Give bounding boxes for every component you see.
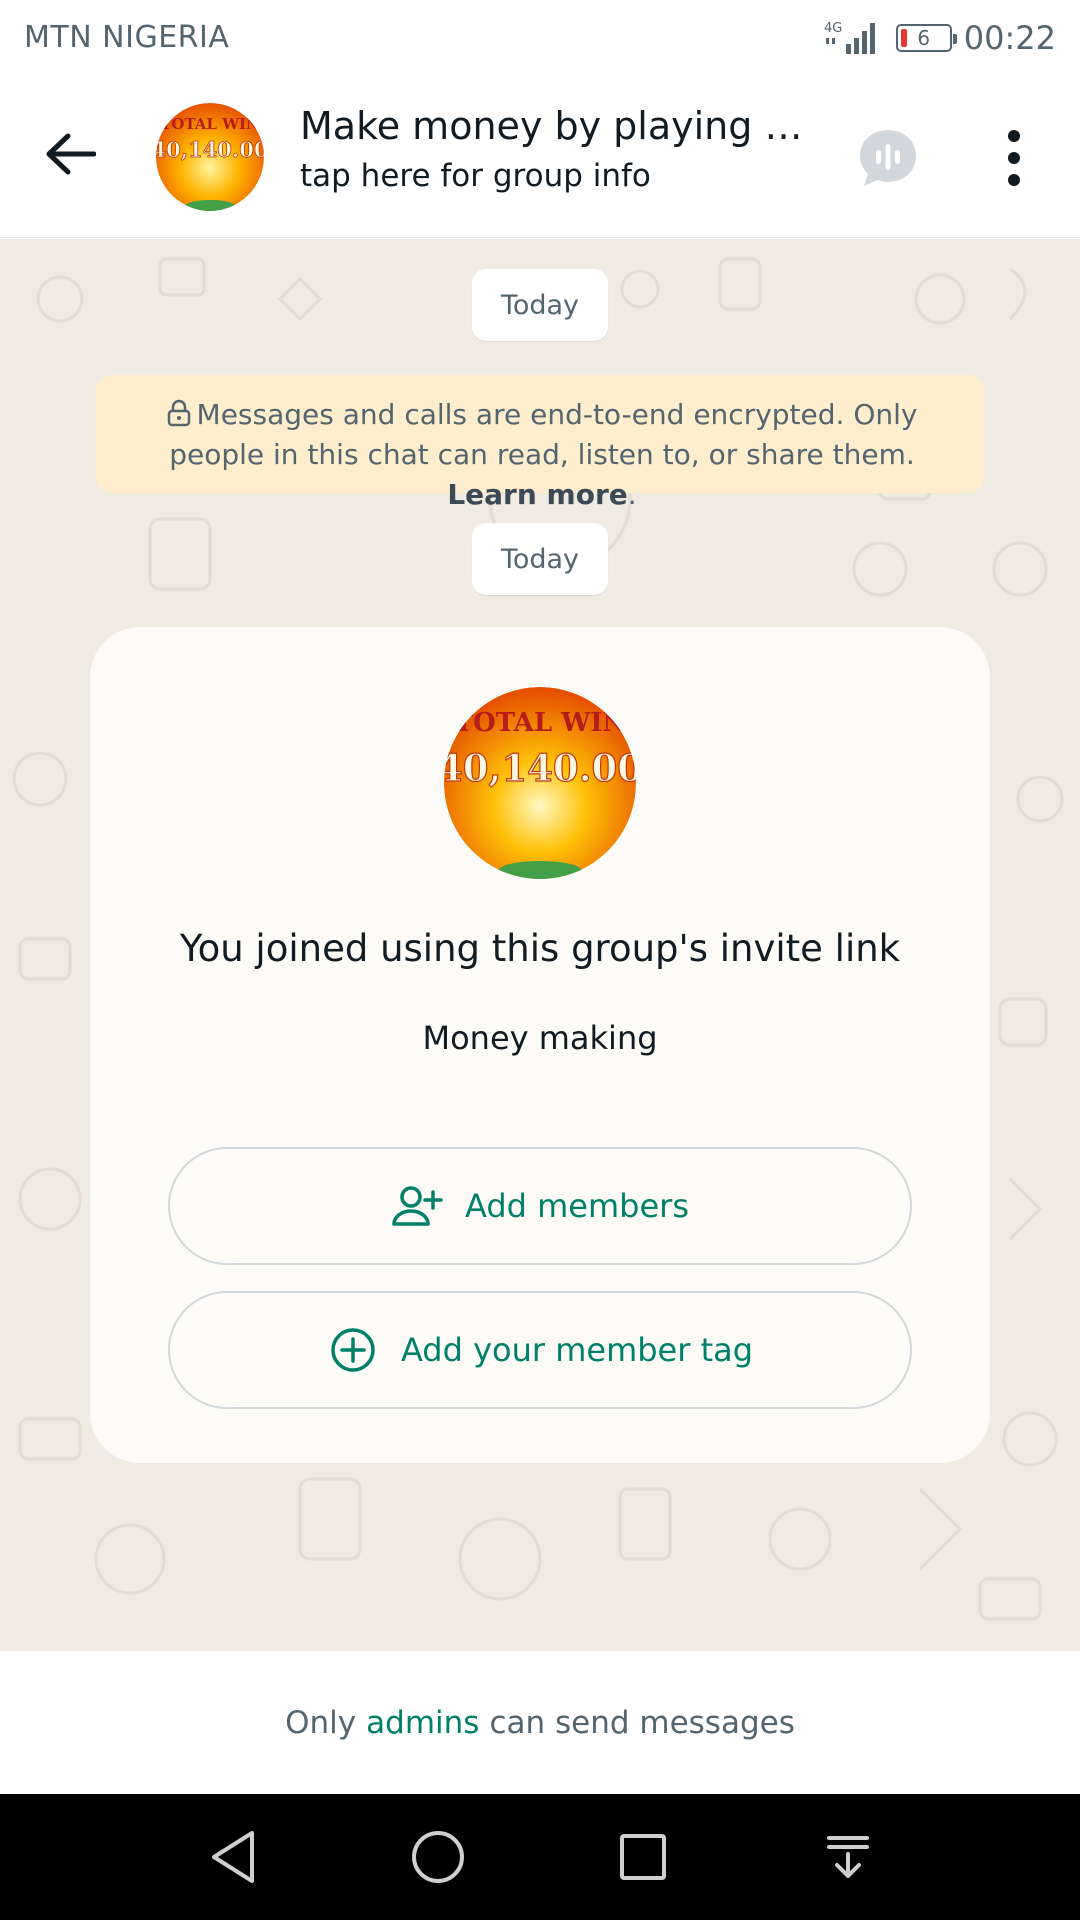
svg-text:TOTAL WIN: TOTAL WIN xyxy=(454,708,627,738)
more-options-button[interactable] xyxy=(990,126,1038,190)
notification-pulldown-icon xyxy=(827,1836,869,1878)
joined-message: You joined using this group's invite lin… xyxy=(179,927,901,970)
chat-header[interactable]: TOTAL WIN 40,140.00 Make money by playin… xyxy=(0,78,1080,238)
nav-back-button[interactable] xyxy=(200,1824,266,1890)
svg-text:TOTAL WIN: TOTAL WIN xyxy=(160,115,260,133)
nav-notifications-button[interactable] xyxy=(815,1824,881,1890)
back-arrow-icon xyxy=(46,133,96,175)
status-icons: 4G 6 00:22 xyxy=(822,18,1056,58)
admins-link[interactable]: admins xyxy=(366,1705,479,1741)
signal-icon: 4G xyxy=(824,21,875,54)
group-join-card: TOTAL WIN 40,140.00 You joined using thi… xyxy=(90,627,990,1463)
date-chip: Today xyxy=(472,269,608,341)
carrier-name: MTN NIGERIA xyxy=(24,20,230,55)
battery-level: 6 xyxy=(917,26,931,50)
encryption-notice[interactable]: Messages and calls are end-to-end encryp… xyxy=(96,375,984,511)
svg-text:40,140.00: 40,140.00 xyxy=(156,137,264,162)
add-circle-icon xyxy=(327,1324,379,1376)
home-circle-icon xyxy=(412,1831,464,1883)
group-title-block[interactable]: Make money by playing sim... tap here fo… xyxy=(300,104,820,194)
svg-text:4G: 4G xyxy=(824,21,842,36)
group-avatar-large[interactable]: TOTAL WIN 40,140.00 xyxy=(444,687,636,879)
add-member-tag-button[interactable]: Add your member tag xyxy=(168,1291,912,1409)
voice-chat-icon xyxy=(860,130,916,186)
group-subtitle: tap here for group info xyxy=(300,158,651,194)
battery-icon: 6 xyxy=(895,24,957,52)
clock: 00:22 xyxy=(963,19,1056,57)
group-title: Make money by playing sim... xyxy=(300,104,820,148)
back-button[interactable] xyxy=(40,124,100,184)
date-chip: Today xyxy=(472,523,608,595)
add-members-button[interactable]: Add members xyxy=(168,1147,912,1265)
admins-only-notice: Only admins can send messages xyxy=(0,1651,1080,1794)
voice-chat-button[interactable] xyxy=(856,126,920,190)
more-vert-icon xyxy=(1008,130,1020,142)
chat-area[interactable]: Today Messages and calls are end-to-end … xyxy=(0,239,1080,1651)
nav-home-button[interactable] xyxy=(405,1824,471,1890)
add-members-label: Add members xyxy=(465,1187,689,1225)
nav-recents-button[interactable] xyxy=(610,1824,676,1890)
group-avatar[interactable]: TOTAL WIN 40,140.00 xyxy=(156,103,264,211)
lock-icon xyxy=(167,399,190,427)
svg-text:40,140.00: 40,140.00 xyxy=(444,746,636,790)
system-nav-bar xyxy=(0,1794,1080,1920)
learn-more-link[interactable]: Learn more xyxy=(447,478,627,511)
group-description: Money making xyxy=(422,1019,658,1057)
status-bar: MTN NIGERIA 4G 6 00:22 xyxy=(0,0,1080,78)
recents-square-icon xyxy=(620,1834,666,1880)
encryption-text: Messages and calls are end-to-end encryp… xyxy=(169,398,918,471)
add-member-tag-label: Add your member tag xyxy=(400,1331,754,1369)
add-person-icon xyxy=(391,1180,443,1232)
back-triangle-icon xyxy=(212,1831,254,1883)
